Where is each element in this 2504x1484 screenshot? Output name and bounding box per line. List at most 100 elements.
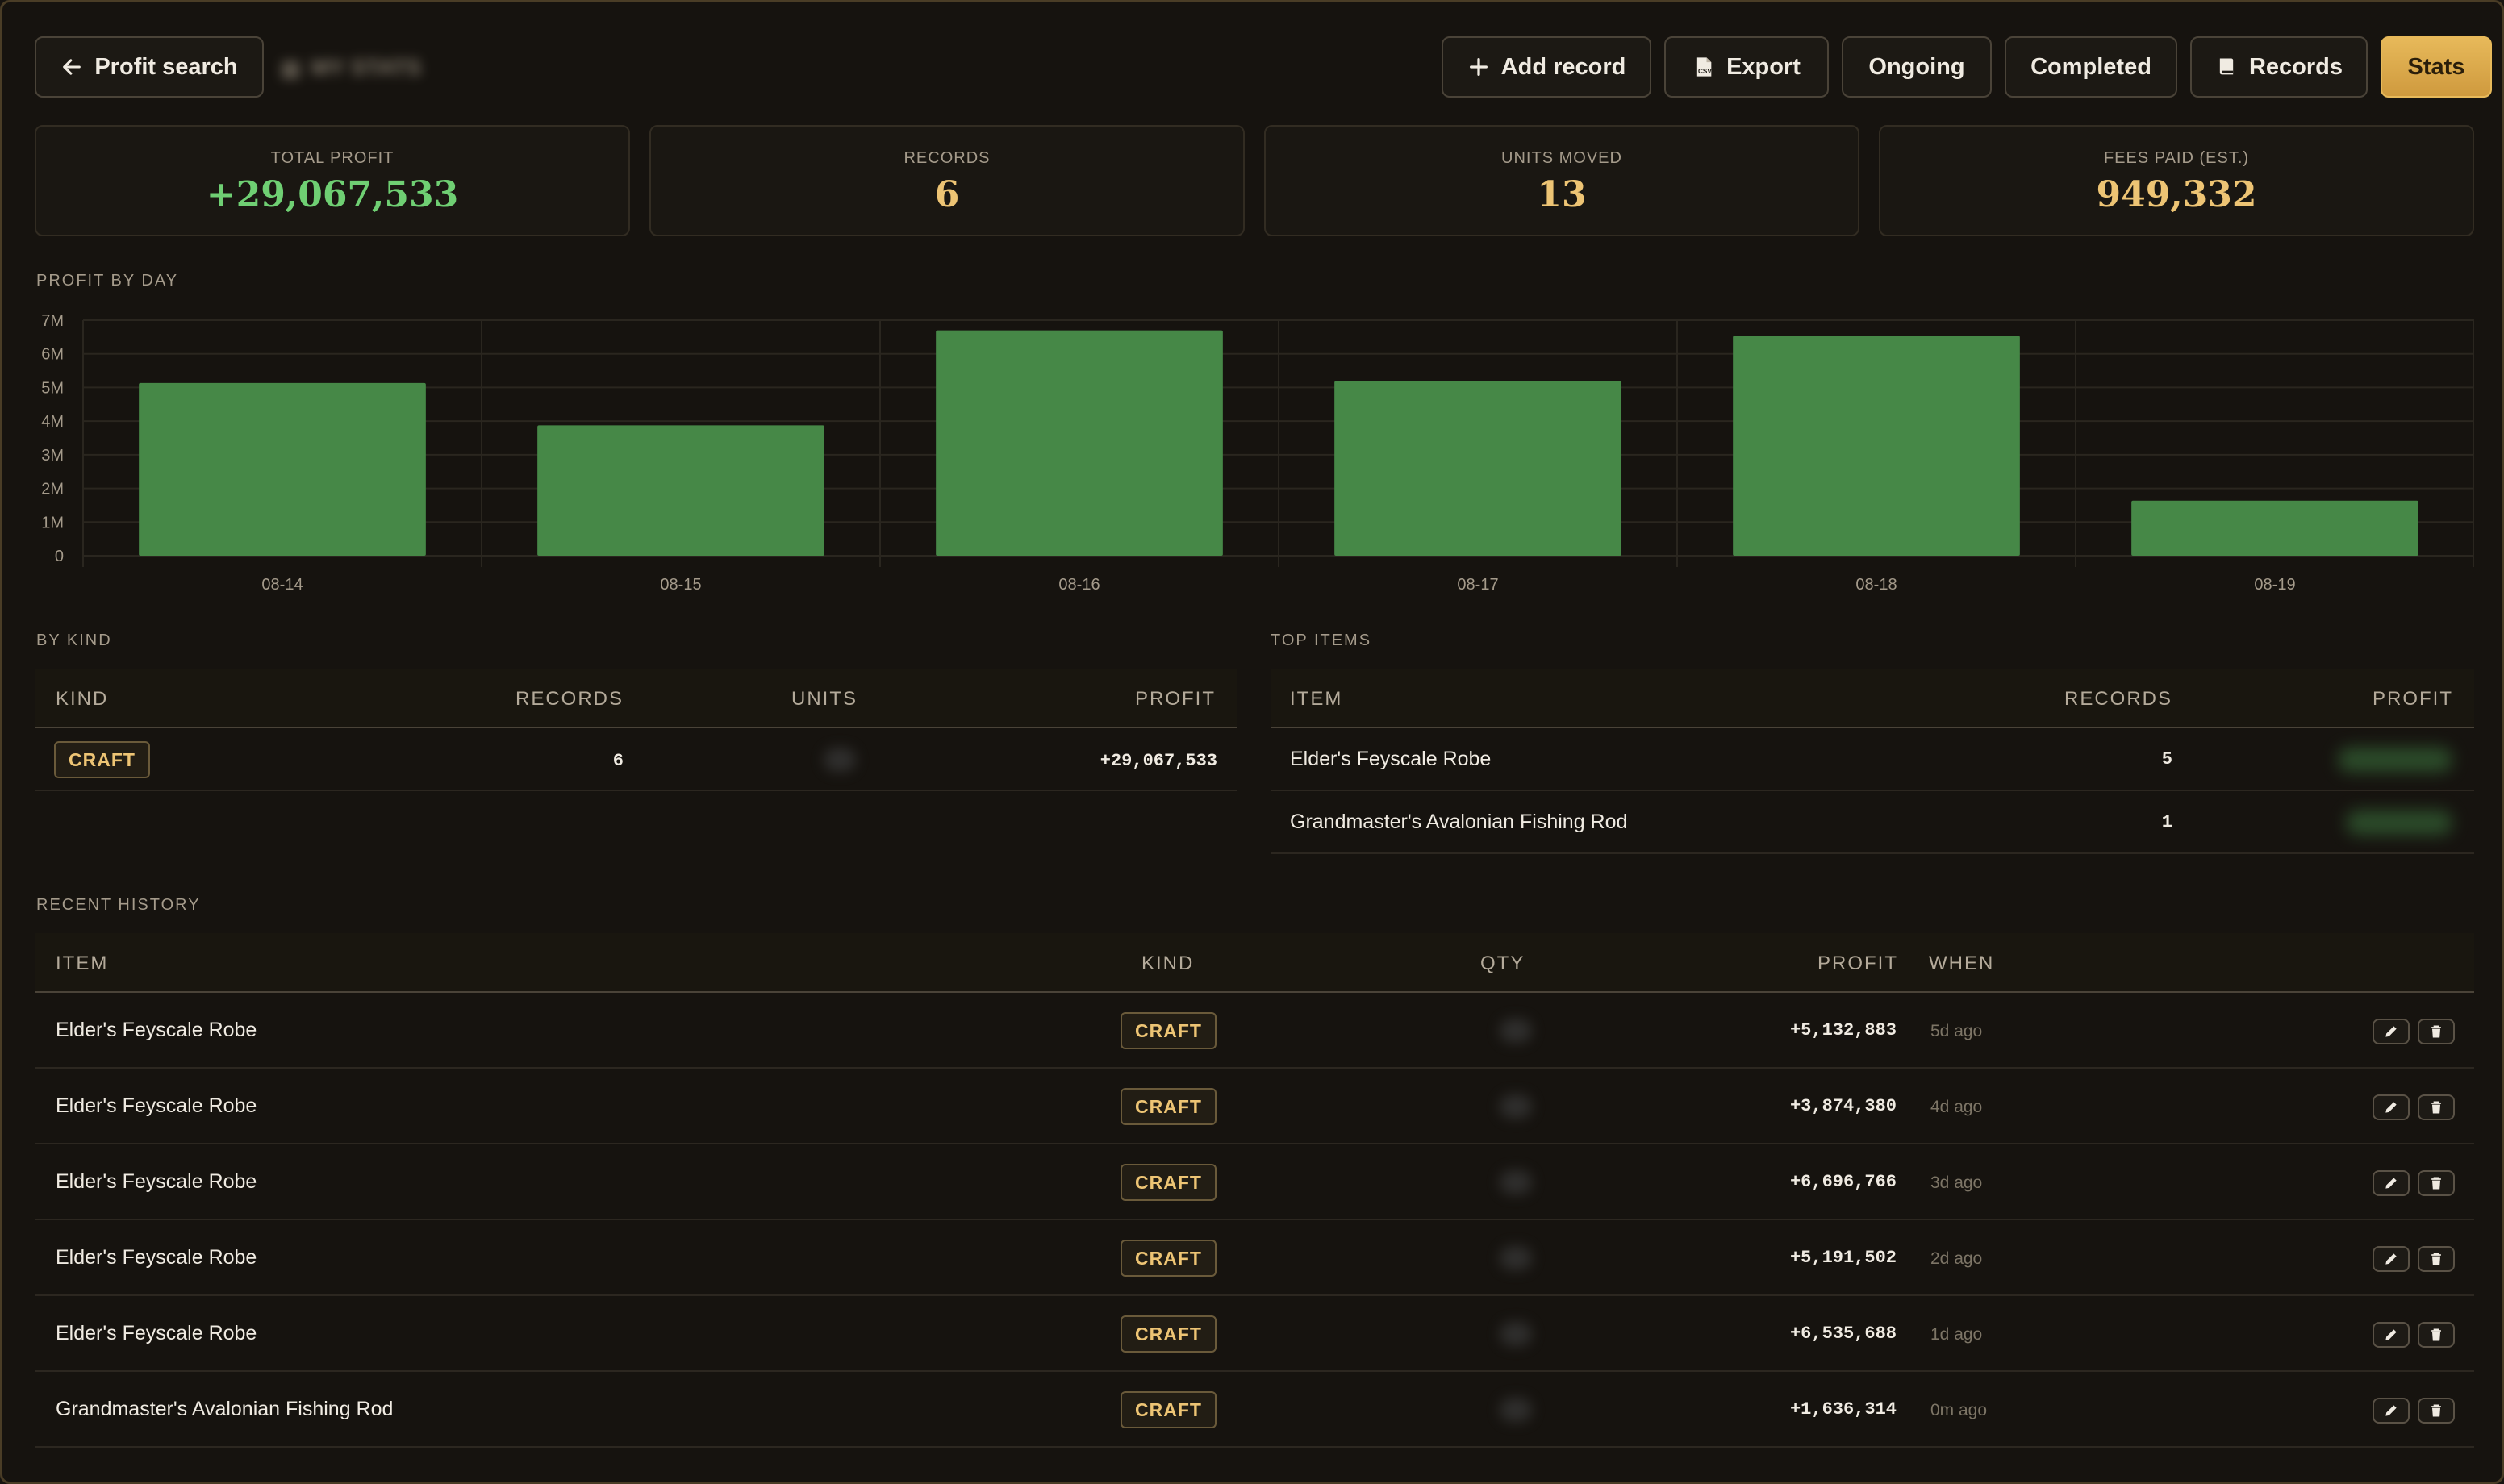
kind-badge: CRAFT [1121, 1240, 1217, 1277]
edit-button[interactable] [2373, 1398, 2410, 1424]
history-item-name: Elder's Feyscale Robe [56, 1019, 257, 1041]
fees-paid-card: FEES PAID (EST.) 949,332 [1879, 125, 2474, 236]
profit-by-day-chart: 0 1M 2M 3M 4M 5M 6M 7M 08-14 08-15 08-16 08-17 08-18… [41, 312, 2474, 594]
history-when: 4d ago [1930, 1098, 1983, 1116]
card-label: RECORDS [904, 149, 991, 167]
y-tick-label: 7M [41, 312, 64, 330]
page-title: ▦ MY STATS [280, 51, 470, 85]
completed-label: Completed [2030, 53, 2151, 80]
bar-08-17[interactable] [1334, 381, 1621, 556]
recent-history-title: RECENT HISTORY [36, 896, 201, 914]
trash-icon [2431, 1025, 2441, 1038]
bar-08-16[interactable] [936, 330, 1223, 556]
col-records: RECORDS [515, 688, 624, 710]
delete-button[interactable] [2418, 1322, 2455, 1348]
qty-redacted [1500, 1322, 1532, 1346]
y-tick-label: 3M [41, 447, 64, 465]
add-record-button[interactable]: Add record [1442, 36, 1651, 98]
units-moved-card: UNITS MOVED 13 [1264, 125, 1859, 236]
pencil-icon [2385, 1253, 2397, 1265]
svg-text:CSV: CSV [1698, 68, 1712, 75]
x-tick-label: 08-16 [1058, 576, 1100, 594]
trash-icon [2431, 1253, 2441, 1265]
y-tick-label: 4M [41, 413, 64, 431]
profit-by-day-title: PROFIT BY DAY [36, 272, 179, 290]
pencil-icon [2385, 1102, 2397, 1113]
top-items-title: TOP ITEMS [1271, 632, 1372, 649]
pencil-icon [2385, 1329, 2397, 1340]
card-label: UNITS MOVED [1501, 149, 1622, 167]
history-when: 2d ago [1930, 1249, 1983, 1268]
bar-08-19[interactable] [2131, 500, 2418, 556]
history-item-name: Grandmaster's Avalonian Fishing Rod [56, 1398, 394, 1420]
history-profit: +5,132,883 [1789, 1020, 1897, 1040]
book-icon [2219, 58, 2234, 75]
qty-redacted [1500, 1246, 1532, 1270]
export-label: Export [1726, 53, 1801, 80]
kind-badge: CRAFT [1121, 1012, 1217, 1049]
history-item-name: Elder's Feyscale Robe [56, 1170, 257, 1193]
history-profit: +1,636,314 [1789, 1399, 1897, 1419]
qty-redacted [1500, 1019, 1532, 1043]
table-row: Elder's Feyscale Robe CRAFT +5,132,883 5d a… [35, 993, 2474, 1069]
header-bar: Profit search ▦ MY STATS Add record CSV … [35, 36, 2492, 99]
history-profit: +6,535,688 [1789, 1324, 1897, 1344]
history-when: 0m ago [1930, 1401, 1988, 1419]
bar-08-14[interactable] [139, 382, 426, 556]
table-header: ITEM RECORDS PROFIT [1271, 669, 2474, 728]
records-value: 6 [934, 174, 960, 215]
kind-badge: CRAFT [54, 741, 150, 778]
delete-button[interactable] [2418, 1398, 2455, 1424]
edit-button[interactable] [2373, 1019, 2410, 1044]
stats-icon: ▦ [280, 55, 302, 81]
export-button[interactable]: CSV Export [1664, 36, 1829, 98]
delete-button[interactable] [2418, 1246, 2455, 1272]
edit-button[interactable] [2373, 1246, 2410, 1272]
kind-profit: +29,067,533 [1100, 751, 1217, 771]
trash-icon [2431, 1328, 2441, 1341]
card-label: TOTAL PROFIT [270, 149, 394, 167]
x-tick-label: 08-15 [660, 576, 701, 594]
kind-badge: CRAFT [1121, 1391, 1217, 1428]
col-kind: KIND [56, 688, 109, 710]
total-profit-value: +29,067,533 [206, 174, 459, 215]
bar-08-18[interactable] [1733, 336, 2020, 556]
pencil-icon [2385, 1405, 2397, 1416]
qty-redacted [1500, 1094, 1532, 1119]
by-kind-title: BY KIND [36, 632, 112, 649]
item-profit-redacted [2347, 811, 2452, 835]
trash-icon [2431, 1177, 2441, 1190]
trash-icon [2431, 1404, 2441, 1417]
ongoing-label: Ongoing [1868, 53, 1965, 80]
table-row[interactable]: Elder's Feyscale Robe 5 [1271, 728, 2474, 791]
edit-button[interactable] [2373, 1322, 2410, 1348]
table-header: ITEM KIND QTY PROFIT WHEN [35, 933, 2474, 993]
delete-button[interactable] [2418, 1094, 2455, 1120]
arrow-left-icon [63, 59, 81, 75]
history-when: 5d ago [1930, 1022, 1983, 1040]
table-header: KIND RECORDS UNITS PROFIT [35, 669, 1237, 728]
completed-button[interactable]: Completed [2005, 36, 2177, 98]
trash-icon [2431, 1101, 2441, 1114]
units-redacted [824, 748, 856, 772]
kind-badge: CRAFT [1121, 1164, 1217, 1201]
edit-button[interactable] [2373, 1094, 2410, 1120]
table-row: Grandmaster's Avalonian Fishing Rod CRAFT… [35, 1372, 2474, 1448]
records-card: RECORDS 6 [649, 125, 1245, 236]
ongoing-button[interactable]: Ongoing [1842, 36, 1992, 98]
history-when: 1d ago [1930, 1325, 1983, 1344]
kind-badge: CRAFT [1121, 1088, 1217, 1125]
delete-button[interactable] [2418, 1170, 2455, 1196]
col-profit: PROFIT [1135, 688, 1216, 710]
add-record-label: Add record [1500, 53, 1626, 80]
history-when: 3d ago [1930, 1173, 1983, 1192]
bar-08-15[interactable] [537, 425, 824, 556]
stats-button[interactable]: Stats [2381, 36, 2492, 98]
edit-button[interactable] [2373, 1170, 2410, 1196]
records-button[interactable]: Records [2190, 36, 2368, 98]
delete-button[interactable] [2418, 1019, 2455, 1044]
y-tick-label: 0 [55, 548, 64, 565]
table-row: Elder's Feyscale Robe CRAFT +6,535,688 1d a… [35, 1296, 2474, 1372]
back-button[interactable]: Profit search [35, 36, 264, 98]
table-row[interactable]: Grandmaster's Avalonian Fishing Rod 1 [1271, 791, 2474, 854]
